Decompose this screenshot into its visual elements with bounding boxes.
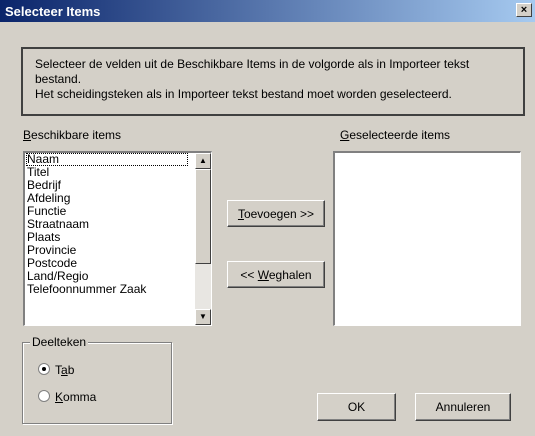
cancel-button[interactable]: Annuleren <box>415 393 511 421</box>
scroll-up-button[interactable]: ▲ <box>195 153 211 169</box>
radio-tab[interactable]: Tab <box>38 363 74 377</box>
list-item[interactable]: Naam <box>26 153 188 166</box>
close-icon: × <box>520 4 528 16</box>
selected-items-list[interactable] <box>333 151 521 326</box>
delimiter-legend: Deelteken <box>30 335 89 349</box>
available-items-list[interactable]: Naam Titel Bedrijf Afdeling Functie Straatnaa… <box>23 151 212 326</box>
instructions-line-3: Het scheidingsteken als in Importeer tek… <box>35 87 452 101</box>
radio-tab-indicator[interactable] <box>38 363 50 375</box>
scroll-thumb[interactable] <box>195 169 211 264</box>
selected-items-label: Geselecteerde items <box>340 128 451 142</box>
scroll-up-icon: ▲ <box>199 156 207 165</box>
window-title: Selecteer Items <box>5 4 101 19</box>
radio-comma[interactable]: Komma <box>38 390 96 404</box>
ok-button[interactable]: OK <box>317 393 396 421</box>
radio-comma-indicator[interactable] <box>38 390 50 402</box>
remove-button[interactable]: << Weghalen <box>227 261 325 288</box>
available-items-scrollbar[interactable]: ▲ ▼ <box>195 153 211 325</box>
scroll-down-button[interactable]: ▼ <box>195 309 211 325</box>
instructions-line-2: bestand. <box>35 72 82 86</box>
available-items-container: Naam Titel Bedrijf Afdeling Functie Straatnaa… <box>26 153 188 296</box>
available-items-label: Beschikbare items <box>23 128 122 142</box>
list-item[interactable]: Telefoonnummer Zaak <box>26 283 188 296</box>
add-button[interactable]: Toevoegen >> <box>227 200 325 227</box>
delimiter-group: Deelteken Tab Komma <box>22 335 172 424</box>
instructions-line-1: Selecteer de velden uit de Beschikbare I… <box>35 57 470 71</box>
scroll-down-icon: ▼ <box>199 312 207 321</box>
instructions-box: Selecteer de velden uit de Beschikbare I… <box>21 47 525 116</box>
title-bar: Selecteer Items × <box>0 0 535 22</box>
close-button[interactable]: × <box>516 3 532 17</box>
